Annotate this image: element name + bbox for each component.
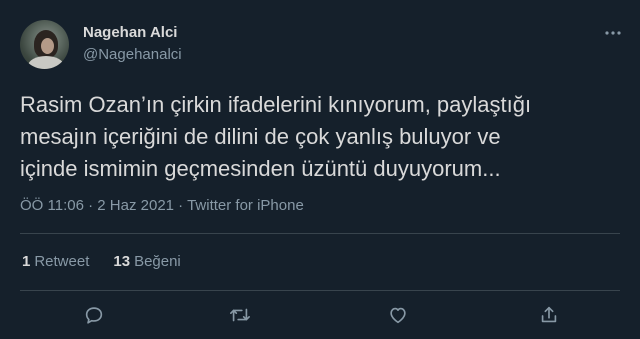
like-label: Beğeni (134, 253, 181, 270)
avatar[interactable] (20, 20, 69, 69)
author-handle[interactable]: @Nagehanalci (83, 46, 182, 63)
like-count: 13 (113, 253, 131, 270)
tweet-text: Rasim Ozan’ın çirkin ifadelerini kınıyor… (20, 92, 532, 181)
reply-icon[interactable] (81, 302, 107, 328)
retweet-count: 1 (22, 253, 31, 270)
tweet-card: Nagehan Alci @Nagehanalci Rasim Ozan’ın … (0, 0, 640, 339)
tweet-time[interactable]: ÖÖ 11:06 (20, 197, 84, 214)
like-icon[interactable] (385, 302, 411, 328)
like-stat[interactable]: 13 Beğeni (113, 253, 180, 270)
retweet-stat[interactable]: 1 Retweet (22, 253, 89, 270)
tweet-stats: 1 Retweet 13 Beğeni (22, 253, 181, 270)
meta-separator: · (174, 197, 188, 214)
retweet-label: Retweet (34, 253, 90, 270)
author-name[interactable]: Nagehan Alci (83, 24, 177, 41)
meta-separator: · (83, 197, 98, 214)
divider-top (20, 233, 620, 234)
retweet-icon[interactable] (227, 302, 253, 328)
divider-bottom (20, 290, 620, 291)
tweet-source[interactable]: Twitter for iPhone (187, 197, 304, 214)
tweet-meta: ÖÖ 11:06 · 2 Haz 2021 · Twitter for iPho… (20, 197, 304, 214)
action-bar (0, 300, 640, 330)
avatar-shoulders (28, 56, 64, 69)
share-icon[interactable] (536, 302, 562, 328)
tweet-date[interactable]: 2 Haz 2021 (97, 197, 174, 214)
more-icon[interactable] (602, 22, 624, 44)
avatar-face (41, 38, 54, 54)
